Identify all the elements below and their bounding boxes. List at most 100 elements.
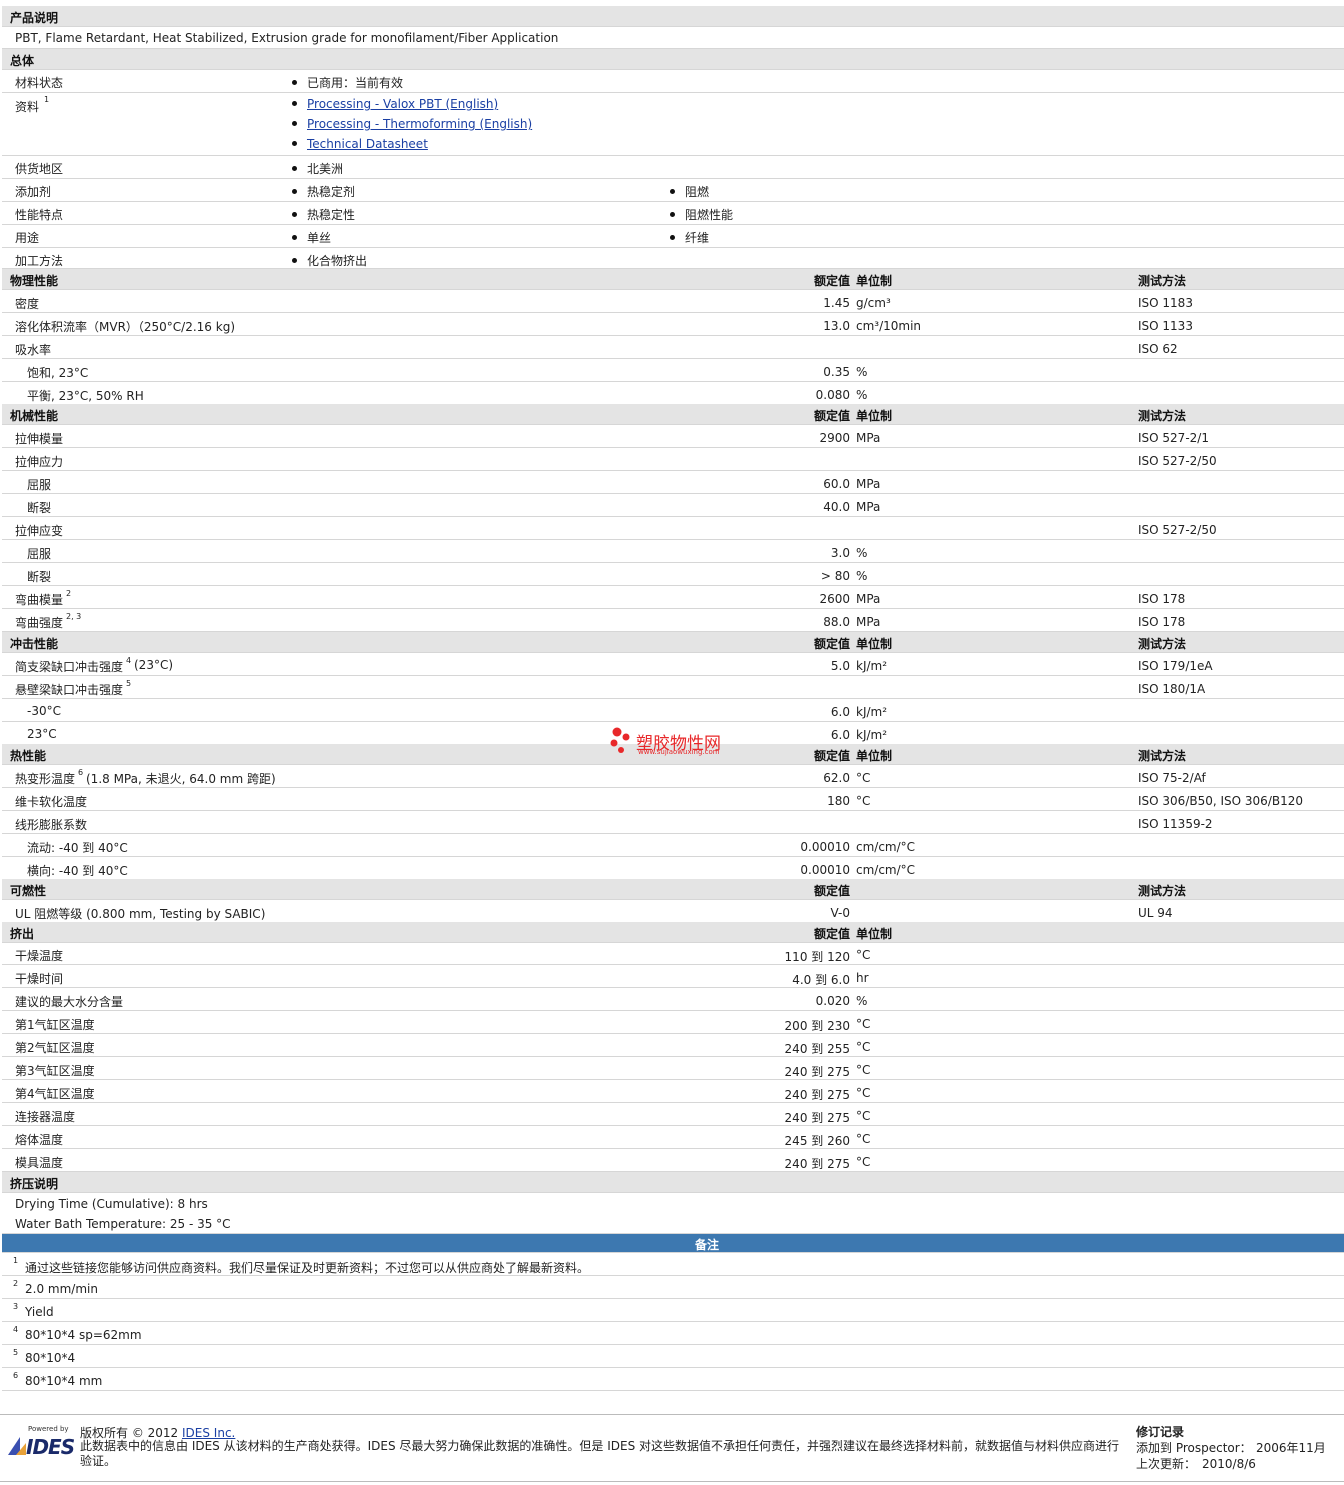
property-unit: °C [856, 794, 871, 808]
use-1-text: 单丝 [307, 231, 332, 245]
property-row: 断裂 40.0 MPa [2, 494, 1344, 517]
doc-link-thermoforming-text[interactable]: Processing - Thermoforming (English) [307, 117, 532, 131]
use-2: 纤维 [670, 229, 709, 246]
column-unit-header: 单位制 [856, 637, 893, 651]
additive-2-text: 阻燃 [685, 185, 710, 199]
column-unit-header: 单位制 [856, 927, 893, 941]
property-unit: MPa [856, 615, 881, 629]
property-value: 0.080 [815, 388, 850, 402]
property-unit: MPa [856, 477, 881, 491]
note-number: 4 [13, 1325, 18, 1340]
property-unit: °C [856, 1040, 871, 1054]
ides-logo-text: IDES [26, 1435, 75, 1459]
property-row: 横向: -40 到 40°C 0.00010 cm/cm/°C [2, 857, 1344, 880]
property-row: 吸水率 ISO 62 [2, 336, 1344, 359]
property-test-method: ISO 527-2/1 [1138, 431, 1209, 445]
property-row: 干燥时间 4.0 到 6.0 hr [2, 965, 1344, 988]
updated-value: 2010/8/6 [1202, 1457, 1256, 1471]
section-header-flammability: 可燃性 额定值 测试方法 [2, 879, 1344, 900]
property-footnote: 2, 3 [66, 612, 81, 627]
property-unit: cm/cm/°C [856, 840, 916, 854]
property-value: 0.00010 [800, 840, 850, 854]
note-number: 5 [13, 1348, 18, 1363]
notes-header: 备注 [2, 1234, 1344, 1253]
column-value-header: 额定值 [813, 927, 850, 941]
doc-link-thermoforming[interactable]: Processing - Thermoforming (English) [292, 117, 532, 131]
property-value: > 80 [820, 569, 850, 583]
property-test-method: ISO 179/1eA [1138, 659, 1213, 673]
property-label: 拉伸模量 [15, 432, 64, 446]
doc-link-datasheet[interactable]: Technical Datasheet [292, 137, 428, 151]
property-label: 拉伸应力 [15, 455, 64, 469]
property-test-method: ISO 178 [1138, 615, 1186, 629]
property-value: 245 到 260 [784, 1134, 850, 1148]
footnote-ref: 2 [13, 1279, 19, 1288]
note-number: 1 [13, 1256, 18, 1271]
property-label: 流动: -40 到 40°C [27, 841, 128, 855]
property-row: 拉伸模量 2900 MPa ISO 527-2/1 [2, 425, 1344, 448]
property-row: 流动: -40 到 40°C 0.00010 cm/cm/°C [2, 834, 1344, 857]
property-test-method: ISO 1183 [1138, 296, 1193, 310]
revision-title: 修订记录 [1136, 1425, 1185, 1439]
ides-company-link[interactable]: IDES Inc. [182, 1426, 235, 1440]
property-value: 110 到 120 [784, 950, 850, 964]
doc-link-valox[interactable]: Processing - Valox PBT (English) [292, 97, 498, 111]
property-unit: % [856, 388, 868, 402]
property-value: 240 到 255 [784, 1042, 850, 1056]
section-title: 冲击性能 [10, 637, 59, 651]
column-test-header: 测试方法 [1138, 637, 1187, 651]
property-label: 连接器温度 [15, 1110, 76, 1124]
doc-link-valox-text[interactable]: Processing - Valox PBT (English) [307, 97, 498, 111]
property-value: 88.0 [823, 615, 850, 629]
property-row: 建议的最大水分含量 0.020% [2, 988, 1344, 1011]
property-condition: (23°C) [134, 658, 174, 672]
property-value: 60.0 [823, 477, 850, 491]
property-unit: % [856, 994, 868, 1008]
property-label: 断裂 [27, 570, 52, 584]
property-unit: kJ/m² [856, 728, 888, 742]
revision-updated: 上次更新： 2010/8/6 [1136, 1455, 1256, 1472]
property-unit: % [856, 546, 868, 560]
footnote-ref: 2 [66, 589, 72, 598]
property-label: 断裂 [27, 501, 52, 515]
property-label: 第4气缸区温度 [15, 1087, 95, 1101]
property-label: 弯曲强度 [15, 616, 64, 630]
additive-label: 添加剂 [15, 185, 52, 199]
property-label: 横向: -40 到 40°C [27, 864, 128, 878]
property-label: 弯曲模量 [15, 593, 64, 607]
section-title: 挤压说明 [10, 1177, 59, 1191]
note-number: 2 [13, 1279, 18, 1294]
added-label: 添加到 Prospector： [1136, 1441, 1252, 1455]
section-title: 挤出 [10, 927, 35, 941]
property-row: 线形膨胀系数 ISO 11359-2 [2, 811, 1344, 834]
footnote-ref: 1 [13, 1256, 19, 1265]
additive-2: 阻燃 [670, 183, 709, 200]
column-unit-header: 单位制 [856, 274, 893, 288]
property-label: 第3气缸区温度 [15, 1064, 95, 1078]
property-row: 弯曲模量 2 2600 MPa ISO 178 [2, 586, 1344, 609]
property-row: 热变形温度 6 62.0 °C ISO 75-2/Af (1.8 MPa, 未退火, 64… [2, 765, 1344, 788]
property-unit: % [856, 365, 868, 379]
section-header-impact: 冲击性能 额定值 单位制 测试方法 [2, 632, 1344, 653]
property-value: 6.0 [830, 728, 850, 742]
property-label: 吸水率 [15, 343, 52, 357]
doc-link-datasheet-text[interactable]: Technical Datasheet [307, 137, 428, 151]
property-test-method: ISO 1133 [1138, 319, 1193, 333]
docs-label: 资料 [15, 100, 40, 114]
property-value: 5.0 [830, 659, 850, 673]
docs-footnote: 1 [44, 95, 49, 110]
property-unit: MPa [856, 431, 881, 445]
property-unit: °C [856, 1086, 871, 1100]
property-footnote: 2 [66, 589, 71, 604]
property-unit: °C [856, 948, 871, 962]
region-value-text: 北美洲 [307, 162, 344, 176]
property-row: 屈服 60.0 MPa [2, 471, 1344, 494]
use-1: 单丝 [292, 229, 331, 246]
watermark-url: www.sujiaowuxing.com [638, 748, 720, 756]
property-row: 连接器温度 240 到 275 °C [2, 1103, 1344, 1126]
property-unit: °C [856, 771, 871, 785]
revision-added: 添加到 Prospector： 2006年11月 [1136, 1439, 1326, 1456]
column-test-header: 测试方法 [1138, 274, 1187, 288]
column-test-header: 测试方法 [1138, 884, 1187, 898]
property-footnote: 6 [78, 768, 83, 783]
